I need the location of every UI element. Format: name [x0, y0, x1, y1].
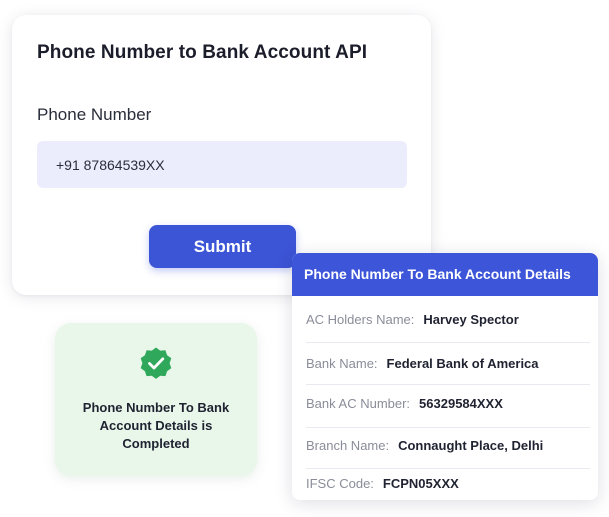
detail-row-ifsc-code: IFSC Code: FCPN05XXX [306, 461, 598, 500]
success-toast: Phone Number To Bank Account Details is … [55, 323, 257, 476]
success-message: Phone Number To Bank Account Details is … [82, 400, 230, 451]
account-details-card: Phone Number To Bank Account Details AC … [292, 253, 598, 500]
check-badge-icon [140, 347, 172, 379]
detail-value: Harvey Spector [423, 311, 519, 327]
detail-label: Bank Name: [306, 355, 378, 371]
detail-label: IFSC Code: [306, 475, 374, 491]
detail-label: AC Holders Name: [306, 311, 415, 327]
api-form-title: Phone Number to Bank Account API [37, 42, 368, 63]
phone-number-input[interactable] [37, 141, 407, 188]
detail-value: Federal Bank of America [386, 355, 539, 371]
detail-value: 56329584XXX [419, 395, 503, 411]
detail-row-bank-name: Bank Name: Federal Bank of America [306, 341, 598, 385]
detail-value: FCPN05XXX [382, 475, 459, 491]
details-header: Phone Number To Bank Account Details [292, 253, 598, 296]
detail-label: Bank AC Number: [306, 395, 411, 411]
detail-label: Branch Name: [306, 437, 390, 453]
detail-row-account-holder: AC Holders Name: Harvey Spector [306, 297, 598, 341]
phone-number-label: Phone Number [37, 105, 152, 124]
submit-button[interactable]: Submit [149, 225, 296, 268]
detail-row-account-number: Bank AC Number: 56329584XXX [306, 381, 598, 425]
detail-value: Connaught Place, Delhi [398, 437, 544, 453]
